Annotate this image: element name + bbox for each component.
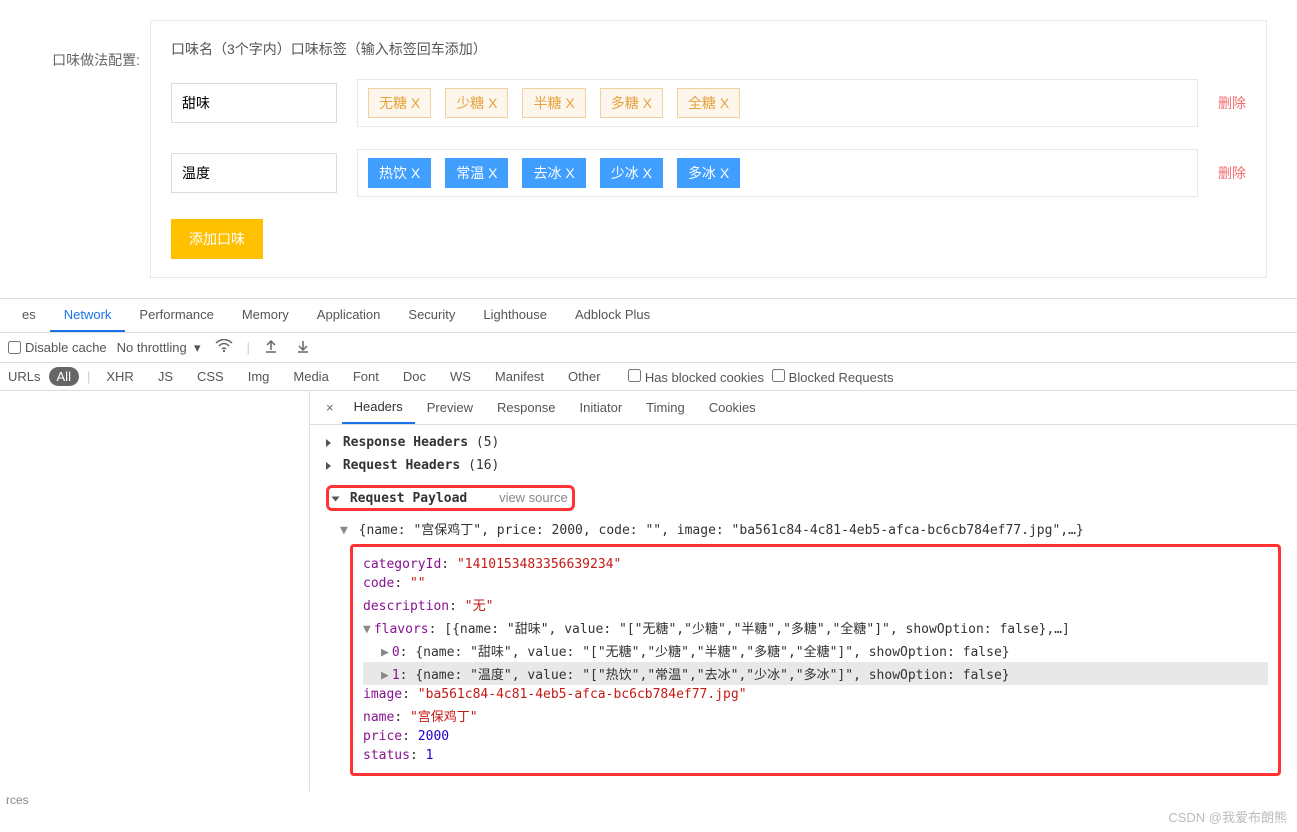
json-line[interactable]: name: "宫保鸡丁" [363,704,1268,727]
tags-box-0[interactable]: 无糖 X 少糖 X 半糖 X 多糖 X 全糖 X [357,79,1198,127]
form-body: 口味名（3个字内）口味标签（输入标签回车添加） 无糖 X 少糖 X 半糖 X 多… [150,20,1267,278]
watermark: CSDN @我爱布朗熊 [1168,807,1287,826]
download-icon[interactable] [292,337,314,358]
filter-media[interactable]: Media [285,367,336,386]
subtab-preview[interactable]: Preview [415,392,485,423]
request-headers-section[interactable]: Request Headers (16) [310,454,1297,477]
triangle-icon [332,496,340,501]
payload-body: categoryId: "1410153483356639234" code: … [350,544,1281,776]
filter-css[interactable]: CSS [189,367,232,386]
json-line[interactable]: image: "ba561c84-4c81-4eb5-afca-bc6cb784… [363,685,1268,704]
flavor-config-form: 口味做法配置: 口味名（3个字内）口味标签（输入标签回车添加） 无糖 X 少糖 … [0,0,1297,298]
json-line[interactable]: categoryId: "1410153483356639234" [363,555,1268,574]
json-line[interactable]: ▼flavors: [{name: "甜味", value: "["无糖","少… [363,616,1268,639]
flavor-name-input-0[interactable] [171,83,337,123]
json-line[interactable]: description: "无" [363,593,1268,616]
json-line[interactable]: ▶0: {name: "甜味", value: "["无糖","少糖","半糖"… [363,639,1268,662]
upload-icon[interactable] [260,337,282,358]
urls-label: URLs [8,369,41,384]
subtab-initiator[interactable]: Initiator [568,392,635,423]
subtab-response[interactable]: Response [485,392,568,423]
triangle-icon [326,462,331,470]
resources-label: rces [0,791,1297,809]
wifi-icon[interactable] [211,337,237,358]
subtab-headers[interactable]: Headers [342,391,415,424]
tags-box-1[interactable]: 热饮 X 常温 X 去冰 X 少冰 X 多冰 X [357,149,1198,197]
json-line[interactable]: status: 1 [363,746,1268,765]
tag[interactable]: 半糖 X [522,88,585,118]
flavor-row: 热饮 X 常温 X 去冰 X 少冰 X 多冰 X 删除 [171,149,1246,197]
add-flavor-button[interactable]: 添加口味 [171,219,263,259]
detail-subtabs: × Headers Preview Response Initiator Tim… [310,391,1297,425]
tab-memory[interactable]: Memory [228,299,303,332]
tab-application[interactable]: Application [303,299,395,332]
payload-summary[interactable]: ▼ {name: "宫保鸡丁", price: 2000, code: "", … [340,519,1281,538]
has-blocked-checkbox[interactable]: Has blocked cookies [628,369,764,385]
triangle-icon [326,439,331,447]
tag[interactable]: 多冰 X [677,158,740,188]
tab-adblock[interactable]: Adblock Plus [561,299,664,332]
network-toolbar: Disable cache No throttling ▾ | [0,333,1297,363]
delete-flavor-button[interactable]: 删除 [1218,163,1246,183]
filter-font[interactable]: Font [345,367,387,386]
tag[interactable]: 多糖 X [600,88,663,118]
close-icon[interactable]: × [318,394,342,421]
throttling-select[interactable]: No throttling ▾ [117,340,201,356]
tab-security[interactable]: Security [394,299,469,332]
tag[interactable]: 少冰 X [600,158,663,188]
tab-performance[interactable]: Performance [125,299,227,332]
filter-manifest[interactable]: Manifest [487,367,552,386]
delete-flavor-button[interactable]: 删除 [1218,93,1246,113]
devtools-tabs: es Network Performance Memory Applicatio… [0,299,1297,333]
request-payload-section[interactable]: Request Payload view source [310,481,1297,515]
response-headers-section[interactable]: Response Headers (5) [310,431,1297,454]
blocked-requests-checkbox[interactable]: Blocked Requests [772,369,893,385]
tag[interactable]: 全糖 X [677,88,740,118]
filter-all[interactable]: All [49,367,79,386]
headers-content: Response Headers (5) Request Headers (16… [310,425,1297,788]
subtab-timing[interactable]: Timing [634,392,697,423]
json-line[interactable]: ▶1: {name: "温度", value: "["热饮","常温","去冰"… [363,662,1268,685]
filter-doc[interactable]: Doc [395,367,434,386]
flavor-name-input-1[interactable] [171,153,337,193]
json-line[interactable]: price: 2000 [363,727,1268,746]
form-label: 口味做法配置: [30,20,150,278]
tag[interactable]: 少糖 X [445,88,508,118]
form-hint: 口味名（3个字内）口味标签（输入标签回车添加） [171,39,1246,59]
flavor-row: 无糖 X 少糖 X 半糖 X 多糖 X 全糖 X 删除 [171,79,1246,127]
tab-network[interactable]: Network [50,299,126,332]
disable-cache-checkbox[interactable]: Disable cache [8,340,107,355]
request-list[interactable] [0,391,310,791]
tag[interactable]: 热饮 X [368,158,431,188]
filter-ws[interactable]: WS [442,367,479,386]
filter-other[interactable]: Other [560,367,609,386]
tag[interactable]: 去冰 X [522,158,585,188]
tag[interactable]: 常温 X [445,158,508,188]
json-line[interactable]: code: "" [363,574,1268,593]
devtools-panel: es Network Performance Memory Applicatio… [0,298,1297,809]
tab-es[interactable]: es [8,299,50,332]
request-detail: × Headers Preview Response Initiator Tim… [0,391,1297,791]
filter-xhr[interactable]: XHR [98,367,141,386]
tab-lighthouse[interactable]: Lighthouse [469,299,561,332]
filter-js[interactable]: JS [150,367,181,386]
filter-img[interactable]: Img [240,367,278,386]
network-filters: URLs All | XHR JS CSS Img Media Font Doc… [0,363,1297,391]
subtab-cookies[interactable]: Cookies [697,392,768,423]
view-source-link[interactable]: view source [499,490,568,505]
request-content: × Headers Preview Response Initiator Tim… [310,391,1297,791]
tag[interactable]: 无糖 X [368,88,431,118]
